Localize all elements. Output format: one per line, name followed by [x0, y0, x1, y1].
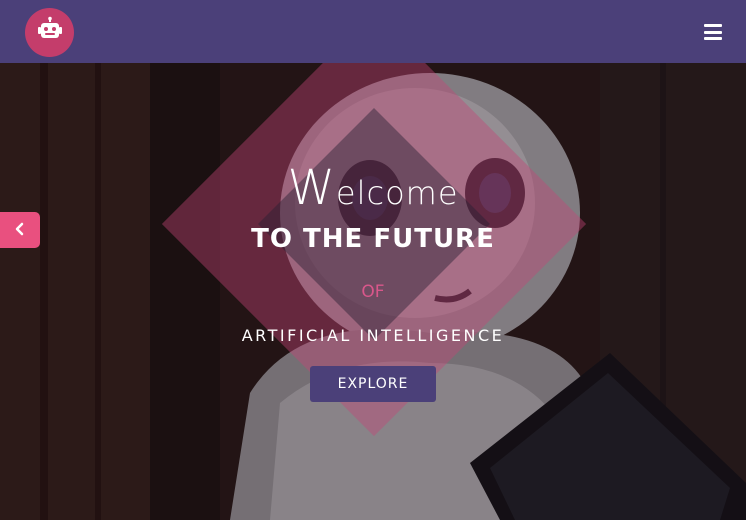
hero-welcome-heading: Welcome: [0, 160, 746, 216]
site-logo[interactable]: [25, 8, 74, 57]
chevron-left-icon: [13, 221, 27, 240]
welcome-rest: elcome: [335, 174, 459, 212]
robot-icon: [35, 16, 65, 50]
hamburger-menu-icon[interactable]: [704, 24, 722, 40]
navbar: [0, 0, 746, 63]
slider-prev-button[interactable]: [0, 212, 40, 248]
explore-button[interactable]: EXPLORE: [310, 366, 436, 402]
hero-subtitle: ARTIFICIAL INTELLIGENCE: [241, 326, 505, 345]
welcome-initial: W: [287, 160, 336, 216]
hero-connector: OF: [361, 282, 385, 302]
hero-headline: TO THE FUTURE: [251, 224, 495, 254]
